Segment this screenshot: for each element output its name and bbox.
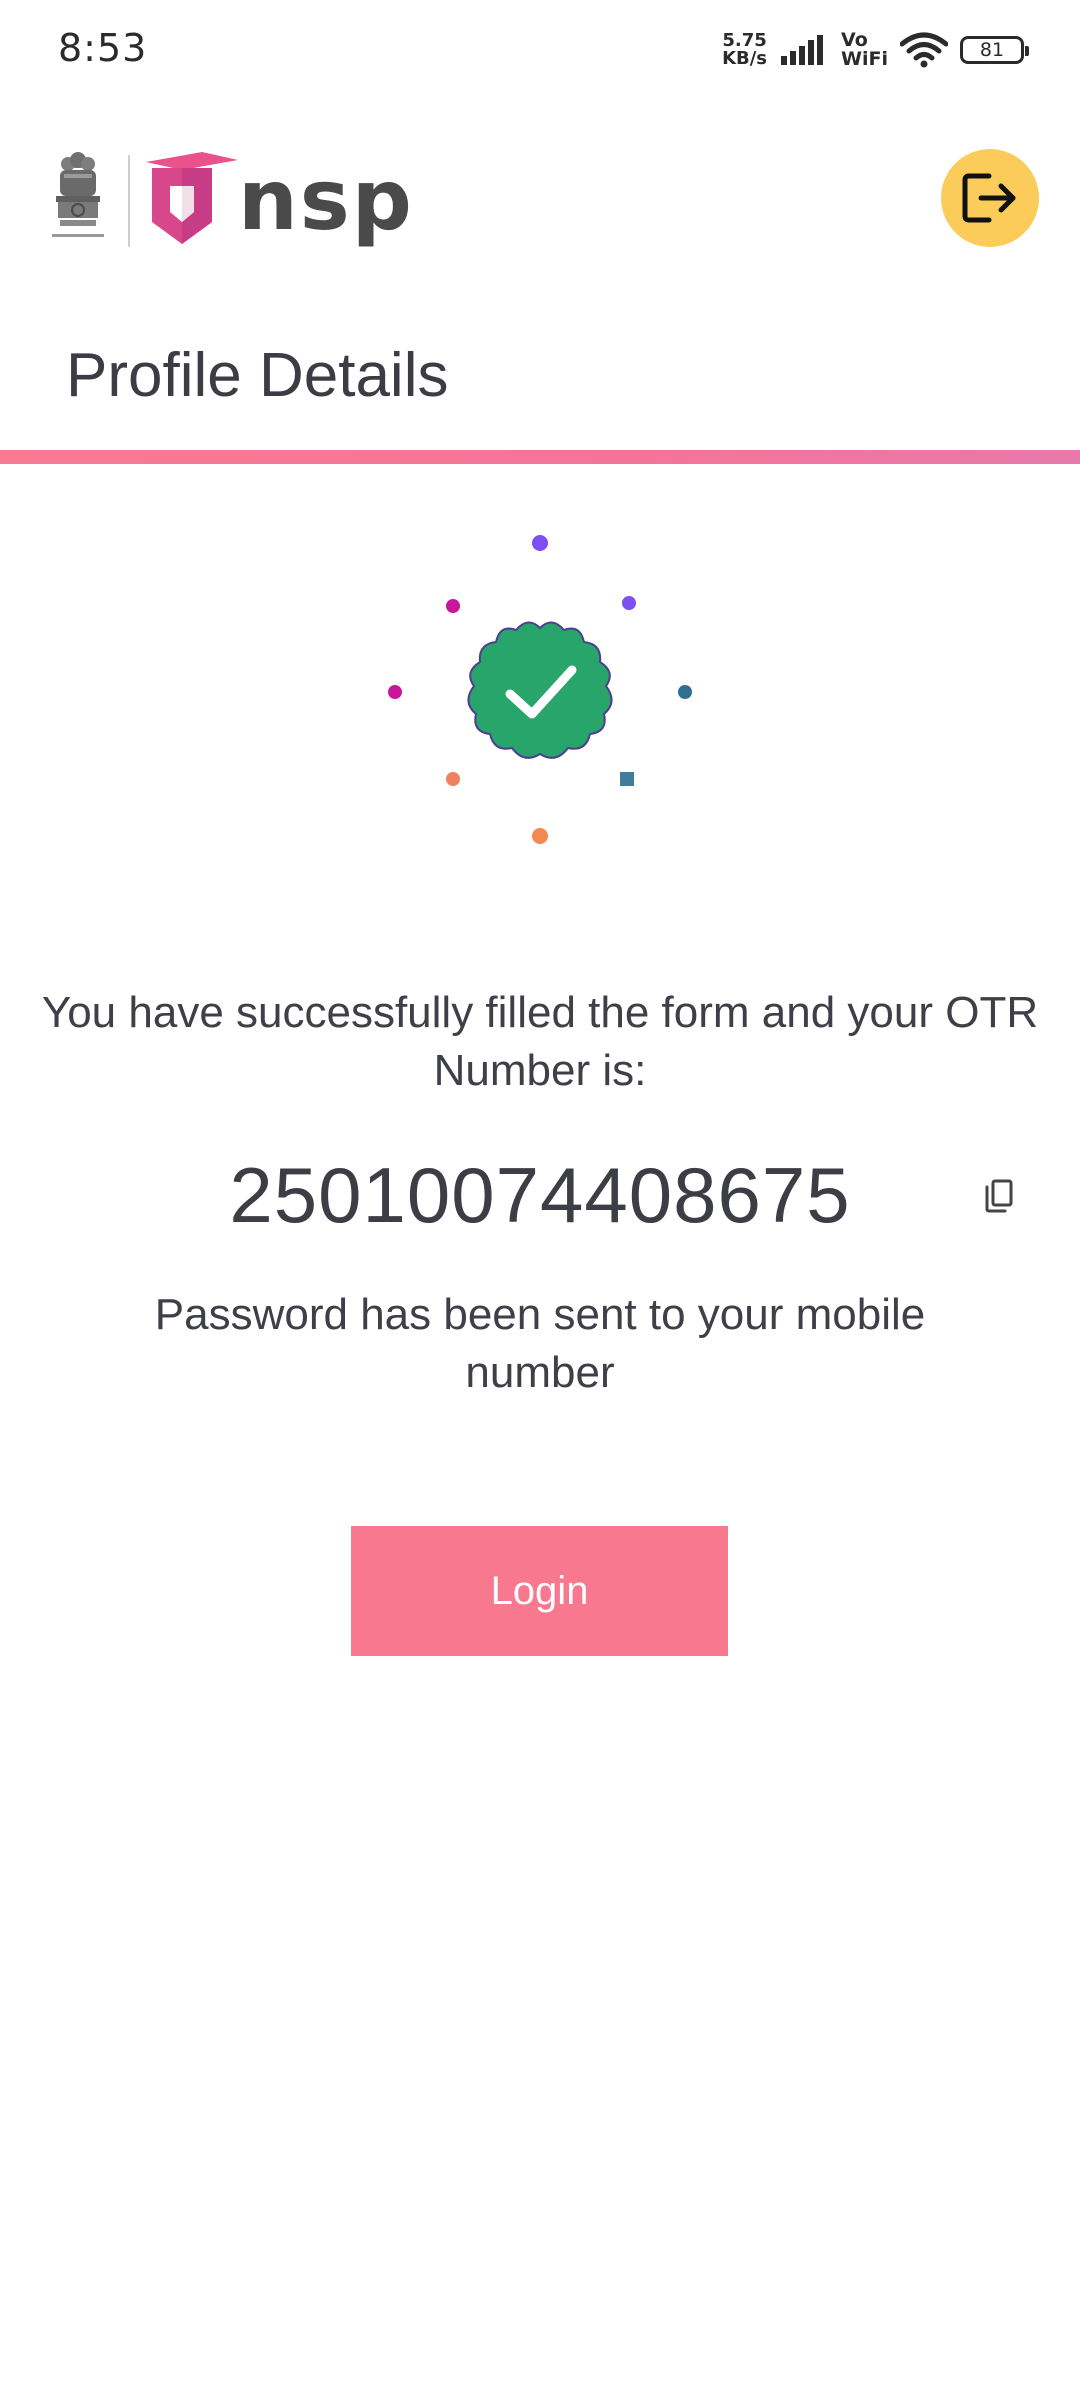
wifi-icon: [900, 32, 948, 68]
wifi-label: WiFi: [841, 48, 888, 70]
battery-level: 81: [979, 39, 1005, 61]
success-message: You have successfully filled the form an…: [41, 988, 1039, 1095]
logout-icon: [962, 173, 1016, 223]
title-underline: [0, 450, 1080, 464]
vowifi-indicator: Vo WiFi: [841, 31, 888, 69]
page-title: Profile Details: [66, 341, 449, 410]
network-speed: 5.75 KB/s: [722, 32, 767, 68]
copy-icon: [985, 1179, 1013, 1213]
status-time: 8:53: [58, 26, 148, 70]
login-button[interactable]: Login: [351, 1526, 728, 1656]
otr-number: 25010074408675: [229, 1151, 851, 1239]
nsp-logo-icon: [146, 152, 238, 244]
status-bar: 8:53 5.75 KB/s Vo WiFi 81: [0, 0, 1080, 100]
header-divider: [128, 155, 130, 247]
app-header: nsp: [0, 130, 1080, 270]
status-icons: 5.75 KB/s Vo WiFi 81: [722, 28, 1029, 72]
network-speed-unit: KB/s: [722, 48, 768, 69]
national-emblem-icon: [52, 152, 104, 237]
logout-button[interactable]: [941, 149, 1039, 247]
copy-button[interactable]: [978, 1176, 1018, 1216]
success-check-badge-icon: [388, 535, 692, 844]
battery-icon: 81: [960, 36, 1029, 64]
brand-text: nsp: [238, 151, 414, 249]
signal-icon: [781, 35, 824, 65]
password-message: Password has been sent to your mobile nu…: [154, 1290, 926, 1397]
